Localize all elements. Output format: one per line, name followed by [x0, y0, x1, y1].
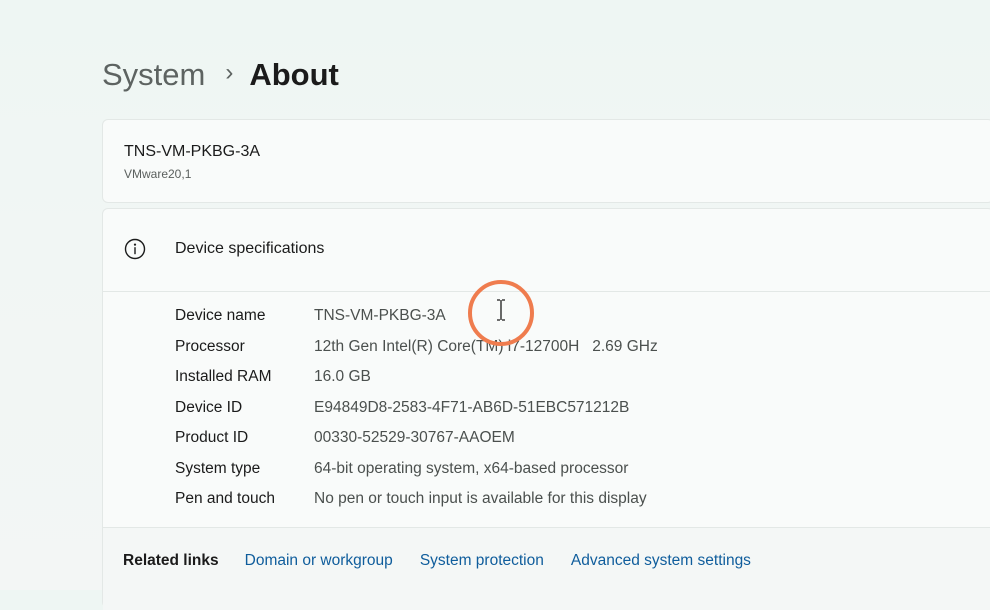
device-name-heading: TNS-VM-PKBG-3A	[124, 143, 261, 160]
domain-or-workgroup-link[interactable]: Domain or workgroup	[245, 552, 393, 570]
page-title: About	[249, 57, 339, 92]
related-links-bar: Related links Domain or workgroup System…	[103, 527, 990, 610]
spec-label: Processor	[175, 337, 245, 355]
spec-value: 16.0 GB	[314, 368, 371, 386]
device-specifications-title: Device specifications	[175, 240, 325, 257]
spec-label: Installed RAM	[175, 368, 272, 386]
spec-label: Device ID	[175, 398, 243, 416]
spec-row-device-id: Device ID E94849D8-2583-4F71-AB6D-51EBC5…	[175, 393, 658, 424]
device-specifications-card: Device specifications Device name TNS-VM…	[102, 208, 990, 610]
spec-row-system-type: System type 64-bit operating system, x64…	[175, 454, 658, 485]
spec-value: 12th Gen Intel(R) Core(TM) i7-12700H 2.6…	[314, 337, 658, 355]
spec-list: Device name TNS-VM-PKBG-3A Processor 12t…	[175, 301, 658, 515]
system-protection-link[interactable]: System protection	[420, 552, 544, 570]
advanced-system-settings-link[interactable]: Advanced system settings	[571, 552, 751, 570]
spec-value: TNS-VM-PKBG-3A	[314, 307, 446, 325]
spec-label: Pen and touch	[175, 490, 275, 508]
spec-label: Product ID	[175, 429, 249, 447]
spec-row-device-name: Device name TNS-VM-PKBG-3A	[175, 301, 658, 332]
device-specifications-header[interactable]: Device specifications	[103, 209, 990, 292]
device-card: TNS-VM-PKBG-3A VMware20,1	[102, 119, 990, 203]
breadcrumb: System › About	[102, 52, 339, 98]
spec-row-processor: Processor 12th Gen Intel(R) Core(TM) i7-…	[175, 332, 658, 363]
spec-label: System type	[175, 459, 261, 477]
spec-value: E94849D8-2583-4F71-AB6D-51EBC571212B	[314, 398, 630, 416]
spec-row-product-id: Product ID 00330-52529-30767-AAOEM	[175, 423, 658, 454]
breadcrumb-system[interactable]: System	[102, 52, 205, 98]
spec-value: No pen or touch input is available for t…	[314, 490, 647, 508]
spec-row-installed-ram: Installed RAM 16.0 GB	[175, 362, 658, 393]
device-model: VMware20,1	[124, 167, 192, 181]
spec-label: Device name	[175, 307, 266, 325]
spec-value: 64-bit operating system, x64-based proce…	[314, 459, 629, 477]
related-links-title: Related links	[123, 552, 219, 569]
info-icon	[124, 238, 146, 260]
spec-value: 00330-52529-30767-AAOEM	[314, 429, 515, 447]
breadcrumb-separator: ›	[225, 59, 234, 86]
spec-row-pen-and-touch: Pen and touch No pen or touch input is a…	[175, 484, 658, 515]
